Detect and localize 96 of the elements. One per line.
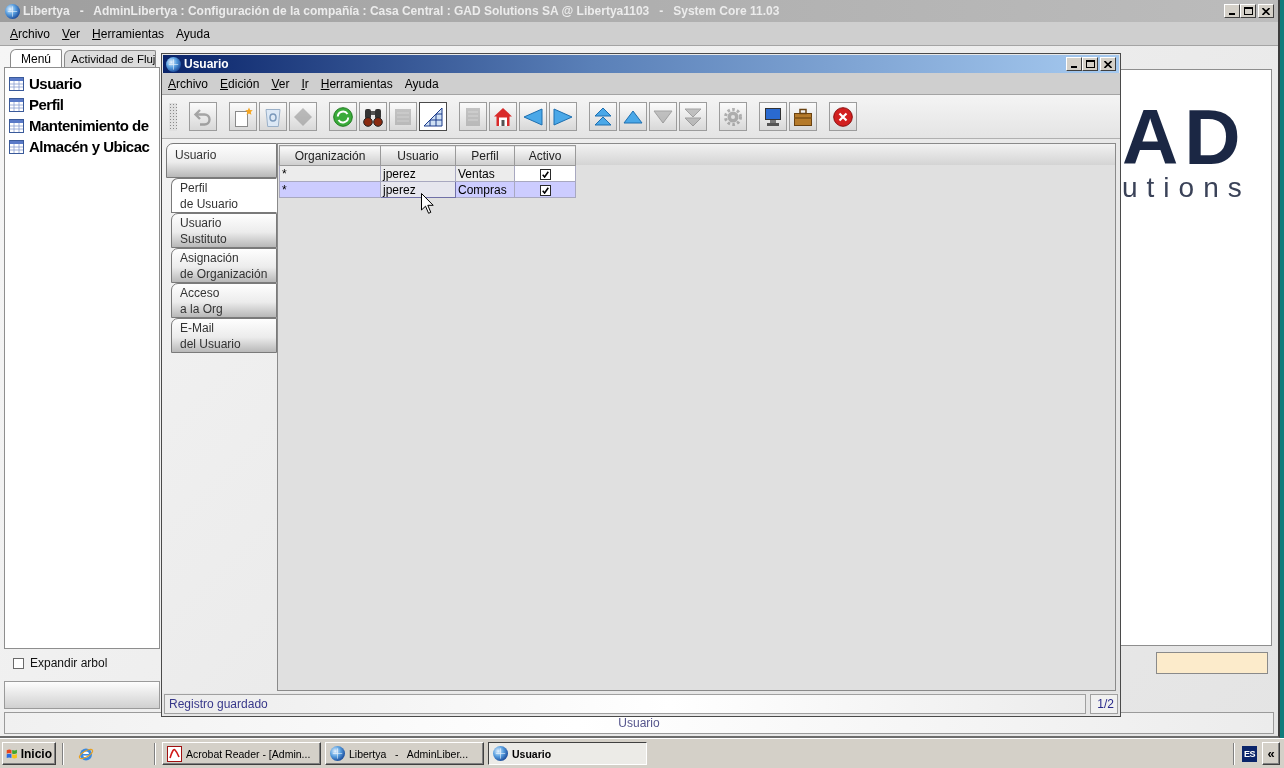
tab[interactable]: Acceso a la Org <box>171 283 277 318</box>
delete-button[interactable] <box>259 102 287 131</box>
record-count: 1/2 <box>1097 697 1114 711</box>
tree-item[interactable]: Almacén y Ubicac <box>29 138 150 155</box>
left-arrow-icon <box>523 106 543 127</box>
column-header[interactable]: Perfil <box>455 145 515 166</box>
window-icon <box>9 139 24 154</box>
menu-item[interactable]: Ver <box>62 26 81 41</box>
minimize-icon <box>1229 13 1235 15</box>
lines-icon <box>393 106 413 127</box>
window-title: Libertya - AdminLibertya : Configuración de la compañía : Casa Central : GAD Solutions SA @ Libertya1103 - System Core 11.03 <box>23 4 780 18</box>
undo-icon <box>193 106 213 127</box>
close-button[interactable] <box>1258 4 1274 18</box>
briefcase-icon <box>793 106 813 127</box>
tab[interactable]: Menú <box>10 49 63 67</box>
column-header[interactable]: Usuario <box>380 145 456 166</box>
menu-item[interactable]: Ayuda <box>176 26 210 41</box>
status-text: Usuario <box>618 716 660 730</box>
minimize-button[interactable] <box>1224 4 1240 18</box>
window-icon <box>9 118 24 133</box>
tree-item[interactable]: Usuario <box>29 75 82 92</box>
close-button[interactable] <box>1100 57 1116 71</box>
maximize-button[interactable] <box>1240 4 1256 18</box>
tab[interactable]: Actividad de Fluj <box>64 50 157 67</box>
close-icon <box>1262 7 1270 15</box>
home-button[interactable] <box>489 102 517 131</box>
monitor-icon <box>763 106 783 127</box>
house-icon <box>493 106 513 127</box>
maximize-button[interactable] <box>1082 57 1098 71</box>
globe-icon <box>330 746 345 761</box>
minimize-button[interactable] <box>1066 57 1082 71</box>
tab[interactable]: Usuario Sustituto <box>171 213 277 248</box>
refresh-button[interactable] <box>329 102 357 131</box>
checkbox[interactable] <box>13 657 24 669</box>
new-button[interactable] <box>229 102 257 131</box>
toolbar-grip[interactable] <box>169 102 177 131</box>
task-button[interactable]: Libertya - AdminLiber... <box>325 742 484 765</box>
double-up-arrow-icon <box>593 106 613 127</box>
new-document-icon <box>233 106 253 127</box>
maximize-icon <box>1243 7 1253 15</box>
globe-icon <box>493 746 508 761</box>
mouse-cursor-icon <box>421 193 434 214</box>
minimize-icon <box>1071 66 1077 68</box>
tab[interactable]: Usuario <box>166 143 277 178</box>
window-icon <box>9 97 24 112</box>
menu-item[interactable]: Archivo <box>10 26 51 41</box>
binoculars-icon <box>363 106 383 127</box>
column-header[interactable]: Activo <box>514 145 576 166</box>
document-icon <box>167 745 182 762</box>
status-message: Registro guardado <box>169 697 268 711</box>
menu-item[interactable]: Ver <box>271 76 290 91</box>
tab[interactable]: Perfil de Usuario <box>171 178 277 213</box>
menu-item[interactable]: Ir <box>301 76 309 91</box>
task-button[interactable]: Acrobat Reader - [Admin... <box>162 742 321 765</box>
grid-icon <box>423 106 443 127</box>
previous-record-button[interactable] <box>619 102 647 131</box>
logo-subtitle: utions <box>1122 174 1251 202</box>
input-field[interactable] <box>1156 652 1268 674</box>
checkbox[interactable] <box>539 184 551 196</box>
close-icon <box>833 106 853 127</box>
language-indicator[interactable]: ES <box>1242 745 1257 762</box>
globe-icon <box>166 56 181 72</box>
tab[interactable]: E-Mail del Usuario <box>171 318 277 353</box>
first-record-button[interactable] <box>589 102 617 131</box>
start-button[interactable]: Inicio <box>2 742 56 765</box>
checkbox[interactable] <box>539 168 551 180</box>
menu-item[interactable]: Herramientas <box>320 76 393 91</box>
task-button[interactable]: Usuario <box>488 742 647 765</box>
tray-expand-button[interactable]: « <box>1262 742 1280 765</box>
diamond-icon <box>293 106 313 127</box>
gear-icon <box>723 106 743 127</box>
close-icon <box>1104 60 1112 68</box>
document-icon <box>463 106 483 127</box>
tree-item[interactable]: Perfil <box>29 96 64 113</box>
logo-text: AD <box>1122 107 1247 167</box>
toolbar-button[interactable] <box>759 102 787 131</box>
checkbox-label: Expandir arbol <box>30 656 108 670</box>
globe-icon <box>5 3 20 19</box>
window-icon <box>9 76 24 91</box>
column-header[interactable]: Organización <box>279 145 381 166</box>
trash-icon <box>263 106 283 127</box>
refresh-icon <box>333 106 353 127</box>
tree-item[interactable]: Mantenimiento de <box>29 117 149 134</box>
double-down-arrow-icon <box>683 106 703 127</box>
right-arrow-icon <box>553 106 573 127</box>
grid-toggle-button[interactable] <box>419 102 447 131</box>
menu-item[interactable]: Archivo <box>168 76 209 91</box>
find-button[interactable] <box>359 102 387 131</box>
menu-item[interactable]: Herramientas <box>92 26 165 41</box>
tab[interactable]: Asignación de Organización <box>171 248 277 283</box>
toolbar-button[interactable] <box>789 102 817 131</box>
window-title: Usuario <box>184 57 229 71</box>
maximize-icon <box>1085 60 1095 68</box>
menu-item[interactable]: Ayuda <box>404 76 439 91</box>
close-window-button[interactable] <box>829 102 857 131</box>
menu-item[interactable]: Edición <box>220 76 260 91</box>
